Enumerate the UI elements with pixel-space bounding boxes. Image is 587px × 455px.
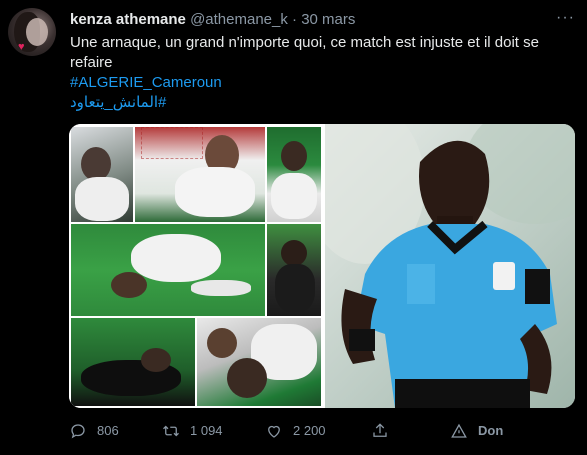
- separator: ·: [292, 11, 298, 28]
- referee-illustration: [325, 124, 575, 408]
- retweet-icon: [163, 425, 179, 437]
- collage-photo: [267, 127, 321, 222]
- timestamp[interactable]: 30 mars: [301, 11, 355, 28]
- hashtag-link[interactable]: #ALGERIE_Cameroun: [70, 73, 570, 93]
- photo-collage[interactable]: [69, 124, 323, 408]
- tweet-text: Une arnaque, un grand n'importe quoi, ce…: [70, 33, 570, 113]
- reply-button[interactable]: 806: [69, 418, 119, 444]
- hashtag-link[interactable]: #المانش_يتعاود: [70, 93, 570, 113]
- retweet-count: 1 094: [190, 423, 223, 438]
- like-count: 2 200: [293, 423, 326, 438]
- promote-label: Don: [478, 423, 504, 438]
- display-name[interactable]: kenza athemane: [70, 11, 186, 28]
- share-button[interactable]: [371, 418, 399, 444]
- retweet-button[interactable]: 1 094: [162, 418, 223, 444]
- collage-photo: [71, 224, 265, 316]
- action-bar: 806 1 094 2 200 Don: [69, 418, 575, 444]
- collage-photo: [71, 318, 195, 406]
- collage-photo: [71, 127, 133, 222]
- reply-icon: [71, 424, 85, 439]
- reply-count: 806: [97, 423, 119, 438]
- avatar-face: [26, 18, 48, 46]
- collage-photo: [135, 127, 265, 222]
- tweet-header: kenza athemane @athemane_k · 30 mars: [70, 10, 547, 30]
- avatar[interactable]: ♥: [8, 8, 56, 56]
- handle[interactable]: @athemane_k: [190, 11, 288, 28]
- referee-photo[interactable]: [325, 124, 575, 408]
- tweet-media[interactable]: [69, 124, 575, 408]
- tweet-body: Une arnaque, un grand n'importe quoi, ce…: [70, 34, 539, 71]
- collage-photo: [197, 318, 321, 406]
- promote-button[interactable]: Don: [450, 418, 503, 444]
- promote-icon: [451, 423, 467, 438]
- collage-photo: [267, 224, 321, 316]
- like-icon: [268, 425, 280, 438]
- like-button[interactable]: 2 200: [265, 418, 326, 444]
- heart-icon: ♥: [18, 41, 25, 53]
- share-icon: [373, 423, 387, 437]
- more-icon[interactable]: ···: [556, 10, 575, 26]
- tweet[interactable]: ♥ kenza athemane @athemane_k · 30 mars ·…: [0, 0, 587, 455]
